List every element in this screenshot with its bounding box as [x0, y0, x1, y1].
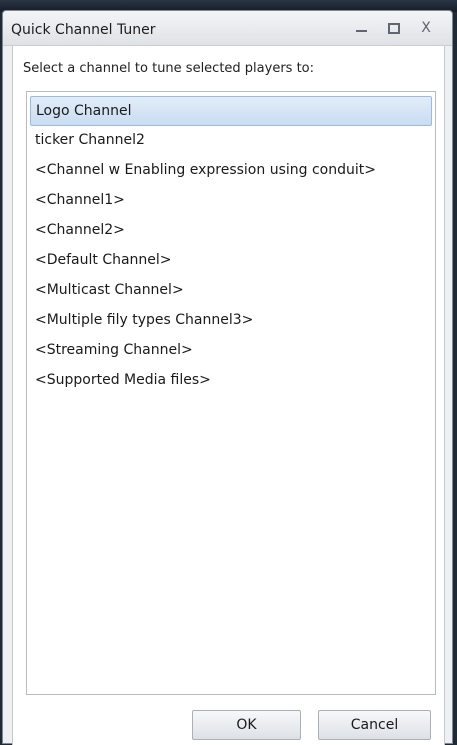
cancel-button-label: Cancel: [350, 717, 399, 733]
maximize-button[interactable]: [383, 19, 405, 37]
minimize-button[interactable]: [350, 19, 372, 37]
window-title: Quick Channel Tuner: [11, 22, 156, 38]
minimize-icon: [355, 30, 367, 32]
channel-item-enabling-expression[interactable]: <Channel w Enabling expression using con…: [30, 156, 432, 186]
channel-item-logo-channel[interactable]: Logo Channel: [30, 96, 432, 126]
channel-item-channel2[interactable]: <Channel2>: [30, 216, 432, 246]
channel-item-multiple-file-types[interactable]: <Multiple fily types Channel3>: [30, 306, 432, 336]
channel-item-multicast-channel[interactable]: <Multicast Channel>: [30, 276, 432, 306]
close-button[interactable]: X: [415, 19, 437, 37]
quick-channel-tuner-dialog: Quick Channel Tuner X Select a channel t…: [2, 10, 453, 745]
channel-item-ticker-channel2[interactable]: ticker Channel2: [30, 126, 432, 156]
dialog-body: Select a channel to tune selected player…: [12, 46, 445, 745]
channel-list[interactable]: Logo Channel ticker Channel2 <Channel w …: [26, 91, 436, 695]
cancel-button[interactable]: Cancel: [318, 710, 431, 740]
title-bar[interactable]: Quick Channel Tuner X: [3, 11, 452, 46]
maximize-icon: [388, 22, 400, 34]
channel-item-channel1[interactable]: <Channel1>: [30, 186, 432, 216]
channel-item-streaming-channel[interactable]: <Streaming Channel>: [30, 336, 432, 366]
ok-button-label: OK: [236, 717, 257, 733]
close-icon: X: [421, 20, 431, 36]
channel-item-default-channel[interactable]: <Default Channel>: [30, 246, 432, 276]
channel-item-supported-media-files[interactable]: <Supported Media files>: [30, 366, 432, 396]
ok-button[interactable]: OK: [192, 710, 301, 740]
instruction-label: Select a channel to tune selected player…: [23, 61, 315, 76]
